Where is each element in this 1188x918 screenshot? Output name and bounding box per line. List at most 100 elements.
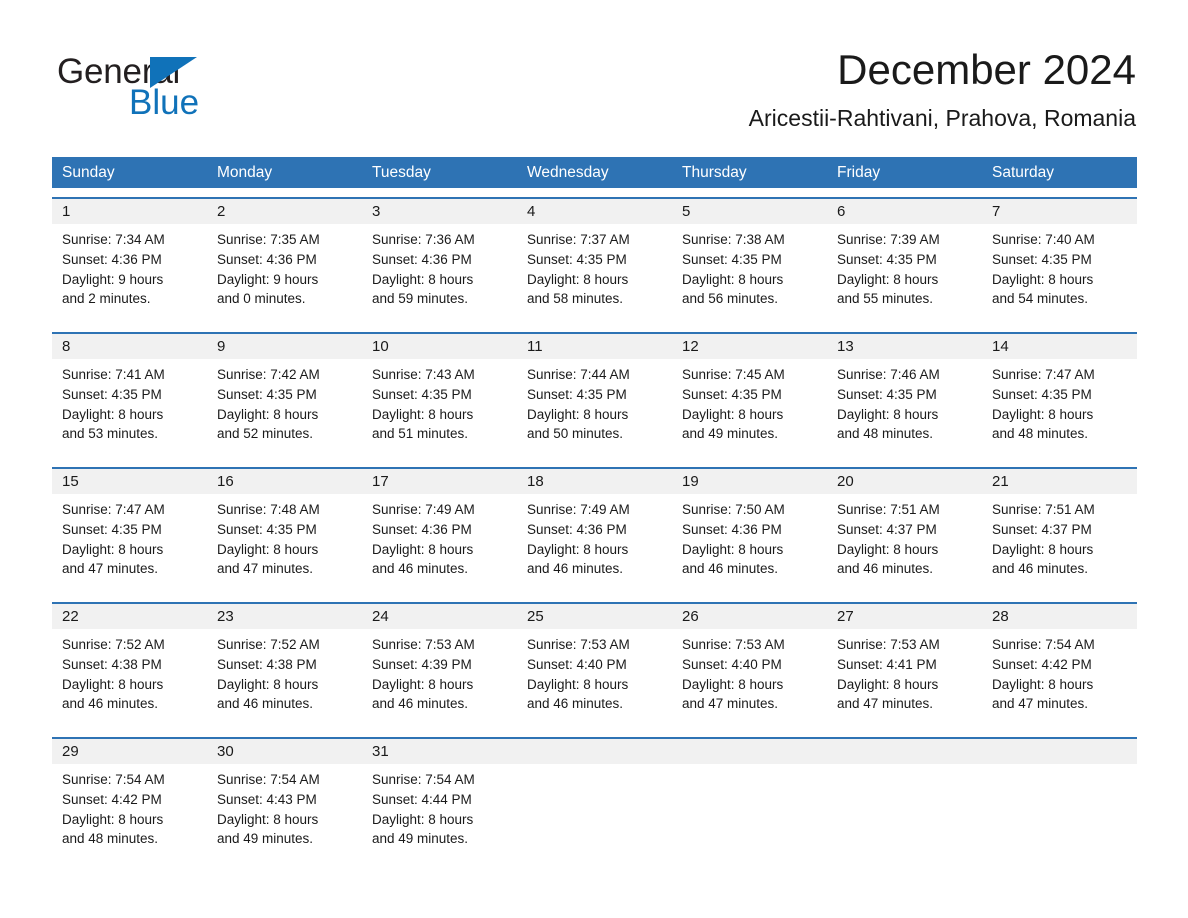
day-number[interactable]: 13 [827,334,982,359]
day-cell[interactable]: Sunrise: 7:47 AM Sunset: 4:35 PM Dayligh… [52,494,207,593]
day-cell[interactable]: Sunrise: 7:52 AM Sunset: 4:38 PM Dayligh… [52,629,207,728]
day-cell[interactable]: Sunrise: 7:52 AM Sunset: 4:38 PM Dayligh… [207,629,362,728]
day-cell[interactable]: Sunrise: 7:51 AM Sunset: 4:37 PM Dayligh… [982,494,1137,593]
day-cell[interactable]: Sunrise: 7:50 AM Sunset: 4:36 PM Dayligh… [672,494,827,593]
sunset-text: Sunset: 4:35 PM [837,386,937,402]
day-number[interactable]: 26 [672,604,827,629]
day-number[interactable]: 21 [982,469,1137,494]
day-cell[interactable]: Sunrise: 7:49 AM Sunset: 4:36 PM Dayligh… [517,494,672,593]
day-number[interactable]: 29 [52,739,207,764]
day-number[interactable]: 3 [362,199,517,224]
day-cell[interactable]: Sunrise: 7:43 AM Sunset: 4:35 PM Dayligh… [362,359,517,458]
daylight-text-line2: and 47 minutes. [682,696,779,712]
sunrise-text: Sunrise: 7:54 AM [62,772,165,787]
day-number[interactable]: 17 [362,469,517,494]
sunrise-text: Sunrise: 7:43 AM [372,367,475,382]
day-cell[interactable]: Sunrise: 7:53 AM Sunset: 4:39 PM Dayligh… [362,629,517,728]
daylight-text-line1: Daylight: 8 hours [992,676,1094,692]
day-cell[interactable]: Sunrise: 7:35 AM Sunset: 4:36 PM Dayligh… [207,224,362,323]
sunset-text: Sunset: 4:35 PM [62,521,162,537]
day-number[interactable]: 16 [207,469,362,494]
week-detail-band: Sunrise: 7:54 AM Sunset: 4:42 PM Dayligh… [52,764,1137,863]
weekday-header-tuesday: Tuesday [372,164,431,181]
day-number[interactable]: 27 [827,604,982,629]
day-cell[interactable]: Sunrise: 7:51 AM Sunset: 4:37 PM Dayligh… [827,494,982,593]
day-number[interactable]: 31 [362,739,517,764]
sunset-text: Sunset: 4:35 PM [682,386,782,402]
day-number[interactable]: 2 [207,199,362,224]
day-cell-empty [827,764,982,863]
sunrise-text: Sunrise: 7:45 AM [682,367,785,382]
day-cell-empty [982,764,1137,863]
day-number[interactable]: 6 [827,199,982,224]
day-cell[interactable]: Sunrise: 7:46 AM Sunset: 4:35 PM Dayligh… [827,359,982,458]
day-cell[interactable]: Sunrise: 7:54 AM Sunset: 4:42 PM Dayligh… [52,764,207,863]
day-number[interactable]: 5 [672,199,827,224]
day-number[interactable]: 23 [207,604,362,629]
daylight-text-line1: Daylight: 9 hours [217,271,319,287]
week-daynumber-band: 29 30 31 [52,739,1137,764]
sunrise-text: Sunrise: 7:44 AM [527,367,630,382]
day-number[interactable]: 4 [517,199,672,224]
sunset-text: Sunset: 4:40 PM [527,656,627,672]
day-number[interactable]: 28 [982,604,1137,629]
daylight-text-line1: Daylight: 8 hours [837,676,939,692]
day-cell[interactable]: Sunrise: 7:48 AM Sunset: 4:35 PM Dayligh… [207,494,362,593]
day-number[interactable]: 11 [517,334,672,359]
sunrise-text: Sunrise: 7:35 AM [217,232,320,247]
day-number[interactable]: 24 [362,604,517,629]
daylight-text-line1: Daylight: 8 hours [372,811,474,827]
daylight-text-line1: Daylight: 8 hours [62,541,164,557]
day-cell[interactable]: Sunrise: 7:42 AM Sunset: 4:35 PM Dayligh… [207,359,362,458]
day-cell[interactable]: Sunrise: 7:54 AM Sunset: 4:43 PM Dayligh… [207,764,362,863]
day-cell[interactable]: Sunrise: 7:36 AM Sunset: 4:36 PM Dayligh… [362,224,517,323]
day-number[interactable]: 9 [207,334,362,359]
daylight-text-line1: Daylight: 8 hours [837,271,939,287]
sunrise-text: Sunrise: 7:49 AM [527,502,630,517]
day-number[interactable]: 7 [982,199,1137,224]
day-cell[interactable]: Sunrise: 7:53 AM Sunset: 4:41 PM Dayligh… [827,629,982,728]
sunrise-text: Sunrise: 7:47 AM [992,367,1095,382]
day-cell[interactable]: Sunrise: 7:40 AM Sunset: 4:35 PM Dayligh… [982,224,1137,323]
day-cell[interactable]: Sunrise: 7:37 AM Sunset: 4:35 PM Dayligh… [517,224,672,323]
daylight-text-line2: and 49 minutes. [372,831,469,847]
day-number[interactable]: 25 [517,604,672,629]
day-cell[interactable]: Sunrise: 7:41 AM Sunset: 4:35 PM Dayligh… [52,359,207,458]
day-cell[interactable]: Sunrise: 7:45 AM Sunset: 4:35 PM Dayligh… [672,359,827,458]
day-cell[interactable]: Sunrise: 7:34 AM Sunset: 4:36 PM Dayligh… [52,224,207,323]
day-number[interactable]: 30 [207,739,362,764]
sunset-text: Sunset: 4:35 PM [837,251,937,267]
day-number[interactable]: 18 [517,469,672,494]
day-number[interactable]: 1 [52,199,207,224]
daylight-text-line1: Daylight: 8 hours [372,271,474,287]
day-number[interactable]: 15 [52,469,207,494]
day-number[interactable]: 22 [52,604,207,629]
day-cell[interactable]: Sunrise: 7:39 AM Sunset: 4:35 PM Dayligh… [827,224,982,323]
day-number[interactable]: 20 [827,469,982,494]
weekday-header-sunday: Sunday [62,164,115,181]
day-cell[interactable]: Sunrise: 7:47 AM Sunset: 4:35 PM Dayligh… [982,359,1137,458]
day-cell[interactable]: Sunrise: 7:54 AM Sunset: 4:44 PM Dayligh… [362,764,517,863]
sunrise-text: Sunrise: 7:53 AM [372,637,475,652]
week-daynumber-band: 8 9 10 11 12 13 14 [52,334,1137,359]
day-cell[interactable]: Sunrise: 7:53 AM Sunset: 4:40 PM Dayligh… [517,629,672,728]
daylight-text-line2: and 51 minutes. [372,426,469,442]
day-number[interactable]: 8 [52,334,207,359]
sunset-text: Sunset: 4:39 PM [372,656,472,672]
day-number-empty [982,739,1137,764]
day-cell[interactable]: Sunrise: 7:49 AM Sunset: 4:36 PM Dayligh… [362,494,517,593]
day-number[interactable]: 10 [362,334,517,359]
day-cell[interactable]: Sunrise: 7:54 AM Sunset: 4:42 PM Dayligh… [982,629,1137,728]
day-number[interactable]: 14 [982,334,1137,359]
day-cell[interactable]: Sunrise: 7:44 AM Sunset: 4:35 PM Dayligh… [517,359,672,458]
daylight-text-line2: and 48 minutes. [837,426,934,442]
sunset-text: Sunset: 4:35 PM [527,251,627,267]
day-number[interactable]: 12 [672,334,827,359]
day-number[interactable]: 19 [672,469,827,494]
sunset-text: Sunset: 4:36 PM [372,521,472,537]
day-cell[interactable]: Sunrise: 7:53 AM Sunset: 4:40 PM Dayligh… [672,629,827,728]
general-blue-logo[interactable]: General Blue [57,52,257,122]
sunset-text: Sunset: 4:36 PM [62,251,162,267]
day-cell[interactable]: Sunrise: 7:38 AM Sunset: 4:35 PM Dayligh… [672,224,827,323]
week-detail-band: Sunrise: 7:34 AM Sunset: 4:36 PM Dayligh… [52,224,1137,323]
